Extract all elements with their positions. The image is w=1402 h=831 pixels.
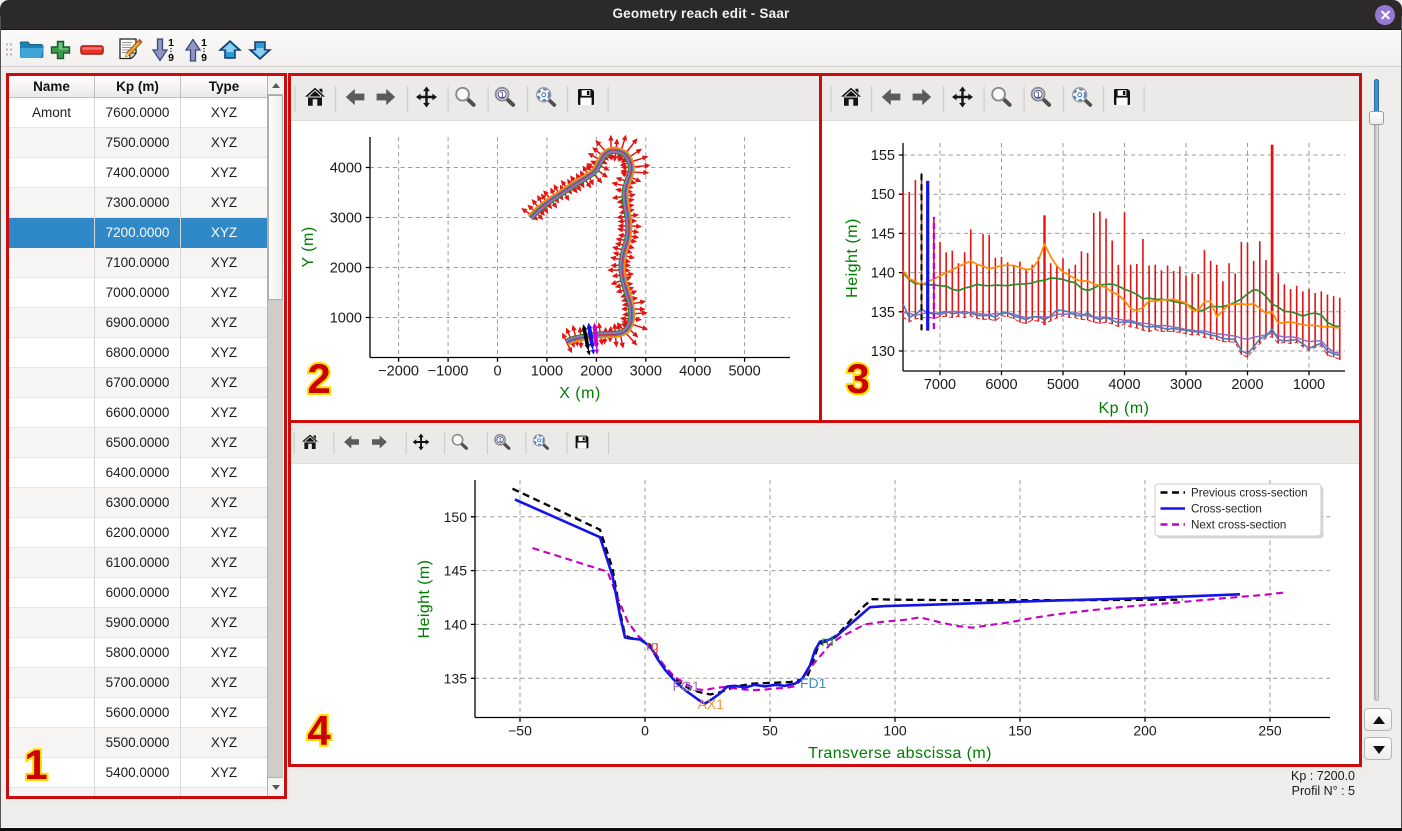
svg-text:2000: 2000	[580, 364, 612, 380]
svg-text:Next cross-section: Next cross-section	[1191, 519, 1286, 532]
svg-text:140: 140	[444, 616, 468, 632]
svg-text:150: 150	[871, 187, 895, 203]
svg-text:9: 9	[201, 52, 207, 62]
svg-text:Kp (m): Kp (m)	[1099, 400, 1150, 417]
svg-text:−50: −50	[508, 723, 532, 739]
svg-text:6000: 6000	[985, 377, 1017, 393]
svg-text:X (m): X (m)	[559, 385, 601, 402]
svg-text:−1000: −1000	[428, 364, 469, 380]
svg-text:150: 150	[1008, 723, 1032, 739]
svg-text:150: 150	[444, 509, 468, 525]
svg-text:155: 155	[871, 148, 895, 164]
svg-text:2000: 2000	[1231, 377, 1263, 393]
svg-text:200: 200	[1133, 723, 1157, 739]
svg-text:0: 0	[641, 723, 649, 739]
svg-text:135: 135	[871, 305, 895, 321]
svg-text:rd: rd	[821, 633, 833, 649]
svg-text:Height (m): Height (m)	[844, 218, 861, 298]
svg-text:250: 250	[1258, 723, 1282, 739]
svg-text:Height (m): Height (m)	[416, 560, 433, 639]
svg-text:3000: 3000	[630, 364, 662, 380]
svg-text:FD1: FD1	[800, 675, 827, 691]
svg-text:4000: 4000	[1108, 377, 1140, 393]
svg-text:145: 145	[444, 563, 468, 579]
svg-text:1: 1	[168, 38, 174, 49]
svg-text:4000: 4000	[330, 161, 362, 177]
svg-text:5000: 5000	[1047, 377, 1079, 393]
svg-text:145: 145	[871, 226, 895, 242]
svg-text:3: 3	[846, 359, 869, 402]
svg-text:3000: 3000	[330, 211, 362, 227]
svg-text:7000: 7000	[924, 377, 956, 393]
svg-text:50: 50	[762, 723, 778, 739]
svg-text:AX1: AX1	[698, 696, 725, 712]
svg-text:0: 0	[493, 364, 501, 380]
svg-text:rg: rg	[646, 637, 658, 653]
svg-text:5000: 5000	[728, 364, 760, 380]
svg-text:4: 4	[307, 711, 331, 754]
svg-text:9: 9	[168, 52, 174, 62]
svg-text:130: 130	[871, 344, 895, 360]
svg-text:100: 100	[883, 723, 907, 739]
svg-text:140: 140	[871, 266, 895, 282]
svg-text:Cross-section: Cross-section	[1191, 503, 1262, 516]
svg-text:1000: 1000	[330, 311, 362, 327]
svg-text:Y (m): Y (m)	[300, 226, 317, 267]
svg-text:Previous cross-section: Previous cross-section	[1191, 487, 1308, 500]
svg-text:1000: 1000	[1293, 377, 1325, 393]
svg-text:1: 1	[24, 744, 47, 788]
svg-text:2: 2	[307, 359, 330, 402]
svg-text:1: 1	[201, 38, 207, 49]
svg-text:3000: 3000	[1170, 377, 1202, 393]
svg-text:1000: 1000	[531, 364, 563, 380]
svg-text:4000: 4000	[679, 364, 711, 380]
svg-text:Transverse abscissa (m): Transverse abscissa (m)	[808, 745, 992, 762]
svg-text:2000: 2000	[330, 261, 362, 277]
svg-text:135: 135	[444, 670, 468, 686]
svg-text:FG1: FG1	[673, 678, 700, 694]
svg-text:−2000: −2000	[378, 364, 419, 380]
